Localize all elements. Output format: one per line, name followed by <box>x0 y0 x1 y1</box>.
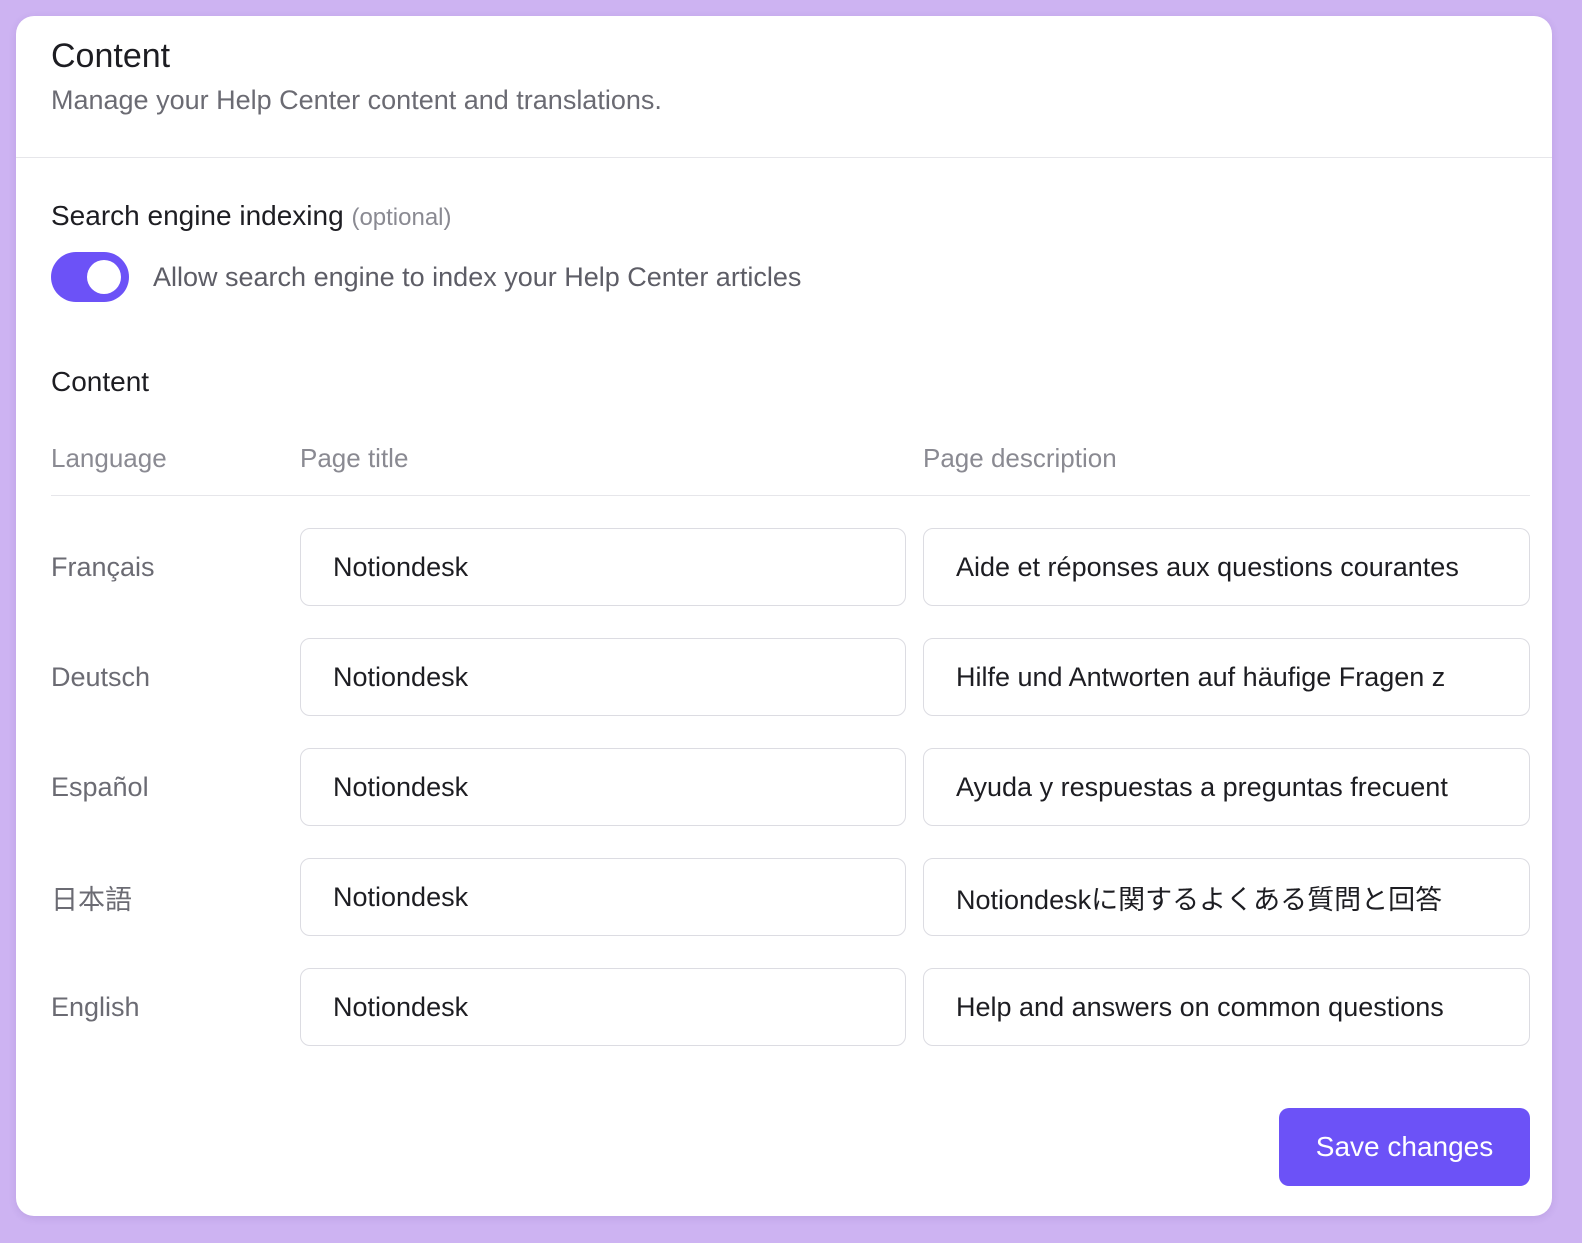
content-table-header: Language Page title Page description <box>51 440 1530 496</box>
indexing-toggle[interactable] <box>51 252 129 302</box>
page-description-input[interactable]: Hilfe und Antworten auf häufige Fragen z <box>923 638 1530 716</box>
page-title-value: Notiondesk <box>333 991 469 1022</box>
card-body: Search engine indexing (optional) Allow … <box>16 158 1552 1046</box>
page-description-value: Notiondeskに関するよくある質問と回答 <box>956 884 1443 915</box>
page-description-input[interactable]: Ayuda y respuestas a preguntas frecuent <box>923 748 1530 826</box>
indexing-section-label: Search engine indexing (optional) <box>51 198 1530 236</box>
page-description-input[interactable]: Aide et réponses aux questions courantes <box>923 528 1530 606</box>
row-language: 日本語 <box>51 884 132 915</box>
column-header-page-description: Page description <box>923 443 1117 473</box>
page-title-input[interactable]: Notiondesk <box>300 528 906 606</box>
table-row: 日本語 Notiondesk Notiondeskに関するよくある質問と回答 <box>51 858 1530 936</box>
page-description-input[interactable]: Notiondeskに関するよくある質問と回答 <box>923 858 1530 936</box>
content-table-rows: Français Notiondesk Aide et réponses aux… <box>51 528 1530 1046</box>
toggle-knob <box>87 260 121 294</box>
row-language: English <box>51 991 140 1022</box>
optional-hint: (optional) <box>351 204 452 231</box>
indexing-label: Search engine indexing <box>51 200 344 231</box>
page-title-value: Notiondesk <box>333 881 469 912</box>
page-title-input[interactable]: Notiondesk <box>300 638 906 716</box>
page-description-value: Help and answers on common questions <box>956 991 1444 1022</box>
row-language: Deutsch <box>51 661 151 692</box>
page-title-input[interactable]: Notiondesk <box>300 968 906 1046</box>
page-description-value: Hilfe und Antworten auf häufige Fragen z <box>956 661 1446 692</box>
page-subtitle: Manage your Help Center content and tran… <box>51 85 662 115</box>
table-row: Español Notiondesk Ayuda y respuestas a … <box>51 748 1530 826</box>
card-header: Content Manage your Help Center content … <box>16 16 1552 158</box>
row-language: Español <box>51 771 149 802</box>
row-language: Français <box>51 551 155 582</box>
page-title: Content <box>51 37 171 75</box>
content-settings-card: Content Manage your Help Center content … <box>16 16 1552 1216</box>
table-row: Deutsch Notiondesk Hilfe und Antworten a… <box>51 638 1530 716</box>
page-title-value: Notiondesk <box>333 551 469 582</box>
indexing-toggle-text: Allow search engine to index your Help C… <box>153 261 802 292</box>
page-title-input[interactable]: Notiondesk <box>300 748 906 826</box>
page-title-value: Notiondesk <box>333 771 469 802</box>
page-description-input[interactable]: Help and answers on common questions <box>923 968 1530 1046</box>
content-section-label: Content <box>51 366 150 397</box>
table-row: English Notiondesk Help and answers on c… <box>51 968 1530 1046</box>
column-header-page-title: Page title <box>300 443 409 473</box>
page-title-value: Notiondesk <box>333 661 469 692</box>
page-description-value: Ayuda y respuestas a preguntas frecuent <box>956 771 1448 802</box>
indexing-toggle-row: Allow search engine to index your Help C… <box>51 252 1530 302</box>
column-header-language: Language <box>51 443 167 473</box>
page-description-value: Aide et réponses aux questions courantes <box>956 551 1459 582</box>
save-changes-button[interactable]: Save changes <box>1279 1108 1530 1186</box>
table-row: Français Notiondesk Aide et réponses aux… <box>51 528 1530 606</box>
page-title-input[interactable]: Notiondesk <box>300 858 906 936</box>
